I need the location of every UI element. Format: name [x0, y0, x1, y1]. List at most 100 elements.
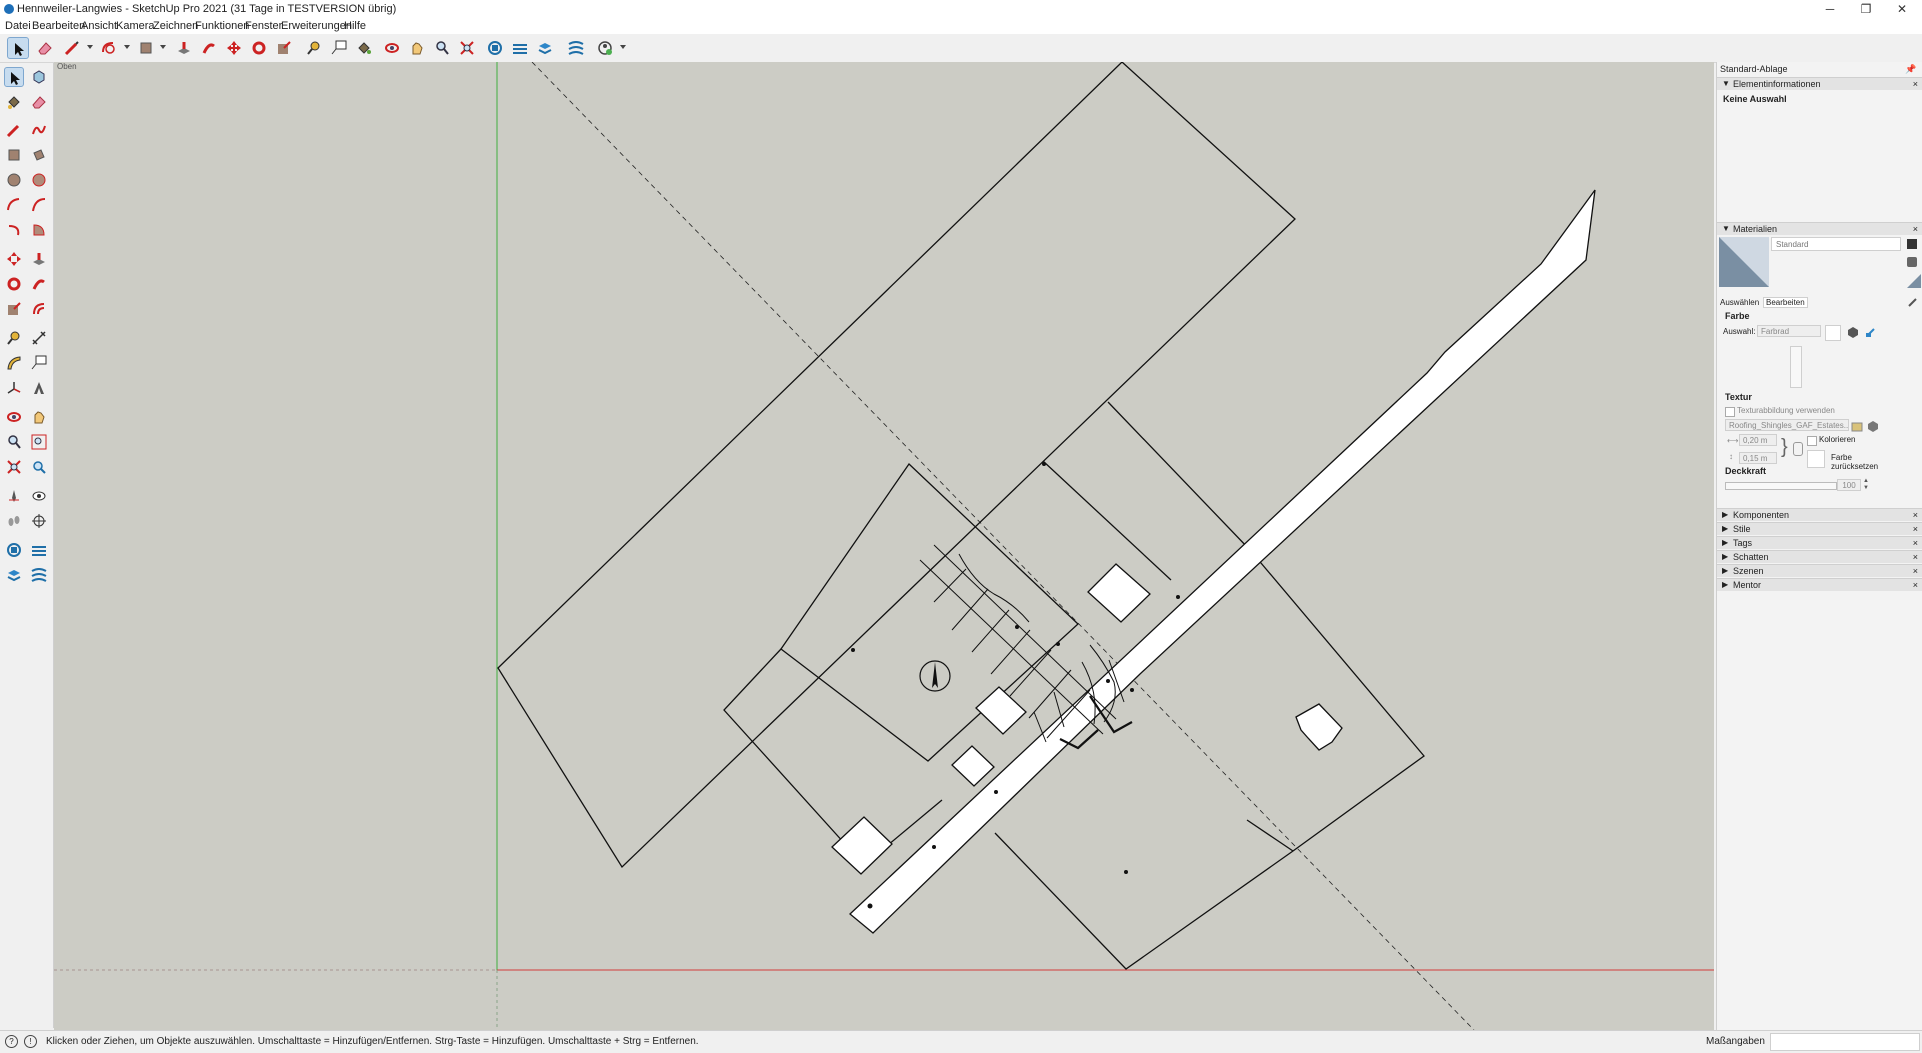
- close-panel-icon[interactable]: ×: [1913, 223, 1918, 235]
- make-component-icon[interactable]: [29, 67, 49, 87]
- minimize-button[interactable]: ─: [1812, 0, 1848, 18]
- select-tool-icon[interactable]: [4, 67, 24, 87]
- zoom-extents-tool-icon[interactable]: [4, 457, 24, 477]
- entity-info-header[interactable]: ▼ Elementinformationen ×: [1717, 77, 1922, 90]
- use-texture-checkbox[interactable]: [1725, 407, 1735, 417]
- close-panel-icon[interactable]: ×: [1913, 523, 1918, 535]
- dimension-tool-icon[interactable]: [29, 328, 49, 348]
- offset-tool-icon[interactable]: [29, 299, 49, 319]
- rotate-icon[interactable]: [248, 37, 270, 59]
- close-panel-icon[interactable]: ×: [1913, 78, 1918, 90]
- menu-erweiterungen[interactable]: Erweiterungen: [281, 20, 352, 32]
- default-material-icon[interactable]: [1907, 274, 1921, 288]
- pencil-line-icon[interactable]: [61, 37, 83, 59]
- orbit-icon[interactable]: [381, 37, 403, 59]
- info-icon[interactable]: !: [24, 1035, 37, 1048]
- select-icon[interactable]: [7, 37, 29, 59]
- opacity-value-field[interactable]: 100: [1837, 479, 1861, 491]
- two-point-arc-tool-icon[interactable]: [29, 195, 49, 215]
- menu-bearbeiten[interactable]: Bearbeiten: [32, 20, 85, 32]
- colorize-checkbox[interactable]: [1807, 436, 1817, 446]
- tape-measure-tool-icon[interactable]: [4, 328, 24, 348]
- text-tool-icon[interactable]: [29, 353, 49, 373]
- polygon-tool-icon[interactable]: [29, 170, 49, 190]
- texture-height-field[interactable]: 0,15 m: [1739, 452, 1777, 464]
- menu-fenster[interactable]: Fenster: [245, 20, 282, 32]
- shadows-header[interactable]: ▶ Schatten ×: [1717, 550, 1922, 563]
- section-plane-tool-icon[interactable]: [29, 511, 49, 531]
- close-button[interactable]: ✕: [1884, 0, 1920, 18]
- zoom-extents-icon[interactable]: [456, 37, 478, 59]
- close-panel-icon[interactable]: ×: [1913, 537, 1918, 549]
- match-screen-color-icon[interactable]: [1865, 326, 1877, 338]
- color-value-slider[interactable]: [1790, 346, 1802, 388]
- zoom-window-tool-icon[interactable]: [29, 432, 49, 452]
- components-header[interactable]: ▶ Komponenten ×: [1717, 508, 1922, 521]
- push-pull-icon[interactable]: [173, 37, 195, 59]
- color-preview-swatch[interactable]: [1825, 325, 1841, 341]
- extension-warehouse-icon[interactable]: [509, 37, 531, 59]
- move-icon[interactable]: [223, 37, 245, 59]
- menu-funktionen[interactable]: Funktionen: [195, 20, 249, 32]
- 3d-text-tool-icon[interactable]: [29, 378, 49, 398]
- account-icon[interactable]: [594, 37, 616, 59]
- arc-icon[interactable]: [98, 37, 120, 59]
- eraser-tool-icon[interactable]: [29, 92, 49, 112]
- menu-hilfe[interactable]: Hilfe: [344, 20, 366, 32]
- texture-file-field[interactable]: Roofing_Shingles_GAF_Estates...: [1725, 419, 1849, 431]
- mentor-header[interactable]: ▶ Mentor ×: [1717, 578, 1922, 591]
- match-model-color-icon[interactable]: [1847, 326, 1859, 338]
- create-material-icon[interactable]: [1907, 257, 1917, 267]
- rectangle-tool-icon[interactable]: [4, 145, 24, 165]
- protractor-tool-icon[interactable]: [4, 353, 24, 373]
- axes-tool-icon[interactable]: [4, 378, 24, 398]
- menu-zeichnen[interactable]: Zeichnen: [153, 20, 198, 32]
- close-panel-icon[interactable]: ×: [1913, 565, 1918, 577]
- menu-ansicht[interactable]: Ansicht: [81, 20, 117, 32]
- menu-datei[interactable]: Datei: [5, 20, 31, 32]
- arc-dropdown-arrow-icon[interactable]: [124, 45, 130, 49]
- pencil-dropdown-arrow-icon[interactable]: [87, 45, 93, 49]
- edit-texture-icon[interactable]: [1867, 420, 1879, 432]
- move-tool-icon[interactable]: [4, 249, 24, 269]
- layout-tool-icon[interactable]: [4, 565, 24, 585]
- pie-tool-icon[interactable]: [29, 220, 49, 240]
- tape-measure-icon[interactable]: [303, 37, 325, 59]
- opacity-slider[interactable]: [1725, 482, 1837, 490]
- line-tool-icon[interactable]: [4, 120, 24, 140]
- material-icon[interactable]: [1907, 239, 1917, 249]
- sandbox-icon[interactable]: [565, 37, 587, 59]
- menu-kamera[interactable]: Kamera: [116, 20, 155, 32]
- texture-width-field[interactable]: 0,20 m: [1739, 434, 1777, 446]
- measurements-input[interactable]: [1770, 1033, 1920, 1051]
- previous-view-tool-icon[interactable]: [29, 457, 49, 477]
- scenes-header[interactable]: ▶ Szenen ×: [1717, 564, 1922, 577]
- walk-tool-icon[interactable]: [4, 511, 24, 531]
- layout-icon[interactable]: [534, 37, 556, 59]
- help-icon[interactable]: ?: [5, 1035, 18, 1048]
- zoom-tool-icon[interactable]: [4, 432, 24, 452]
- reset-color-button[interactable]: [1807, 450, 1825, 468]
- opacity-spinner-icon[interactable]: ▲ ▼: [1863, 478, 1869, 492]
- sandbox-tool-icon[interactable]: [29, 565, 49, 585]
- follow-me-icon[interactable]: [198, 37, 220, 59]
- material-name-field[interactable]: Standard: [1771, 237, 1901, 251]
- orbit-tool-icon[interactable]: [4, 407, 24, 427]
- drawing-viewport[interactable]: Oben: [54, 62, 1714, 1030]
- rotate-tool-icon[interactable]: [4, 274, 24, 294]
- tab-select[interactable]: Auswählen: [1720, 298, 1759, 307]
- scale-tool-icon[interactable]: [4, 299, 24, 319]
- rectangle-dropdown-arrow-icon[interactable]: [160, 45, 166, 49]
- push-pull-tool-icon[interactable]: [29, 249, 49, 269]
- zoom-icon[interactable]: [431, 37, 453, 59]
- follow-me-tool-icon[interactable]: [29, 274, 49, 294]
- tags-header[interactable]: ▶ Tags ×: [1717, 536, 1922, 549]
- paint-bucket-tool-icon[interactable]: [4, 92, 24, 112]
- warehouse-tool-icon[interactable]: [4, 540, 24, 560]
- scale-icon[interactable]: [273, 37, 295, 59]
- three-point-arc-tool-icon[interactable]: [4, 220, 24, 240]
- rectangle-icon[interactable]: [135, 37, 157, 59]
- account-dropdown-arrow-icon[interactable]: [620, 45, 626, 49]
- close-panel-icon[interactable]: ×: [1913, 509, 1918, 521]
- materials-header[interactable]: ▼ Materialien ×: [1717, 222, 1922, 235]
